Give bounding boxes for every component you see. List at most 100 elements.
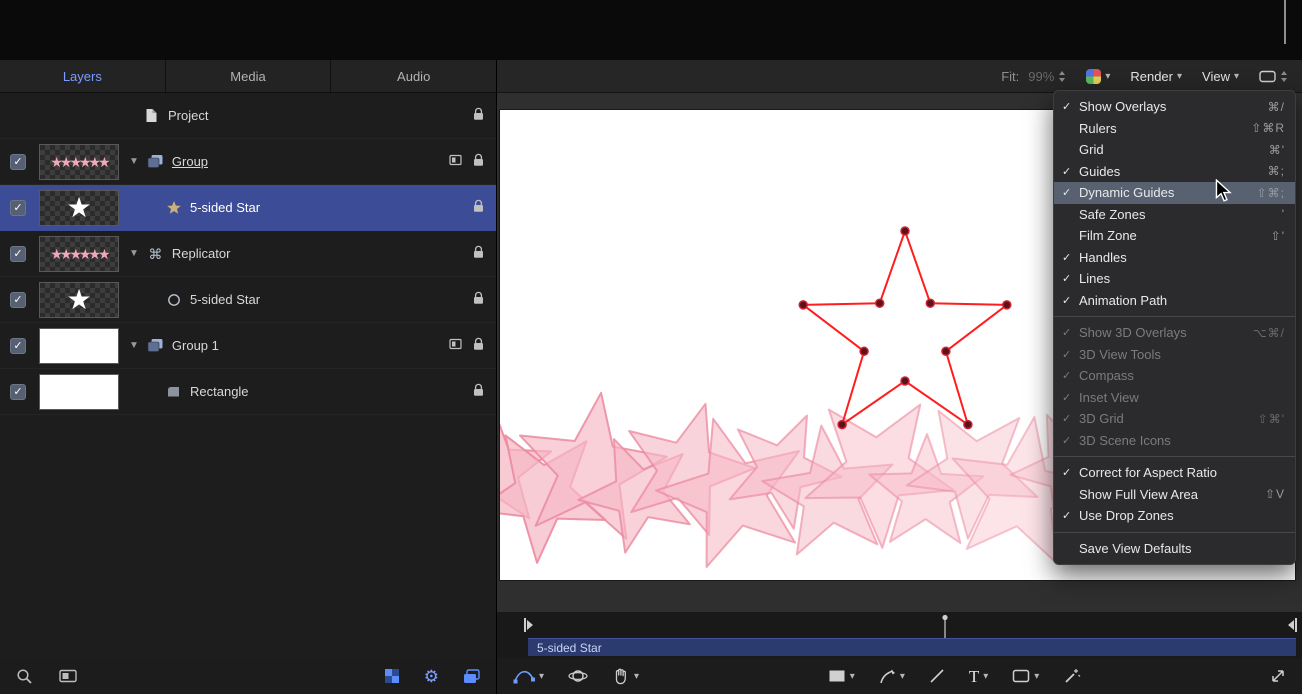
layers-panel: LayersMediaAudio Project✓★★★★★★▼Group✓★5… — [0, 60, 497, 658]
layer-row-group-1[interactable]: ✓▼Group 1 — [0, 323, 496, 369]
menu-item-film-zone[interactable]: Film Zone⇧' — [1054, 225, 1295, 247]
menu-item-3d-grid: ✓3D Grid⇧⌘' — [1054, 408, 1295, 430]
menu-item-shortcut: ⇧' — [1271, 229, 1285, 243]
checkmark-icon: ✓ — [1062, 412, 1079, 425]
visibility-checkbox[interactable]: ✓ — [10, 338, 26, 354]
stepper-icon[interactable] — [1058, 70, 1066, 83]
visibility-checkbox[interactable]: ✓ — [10, 292, 26, 308]
mini-display-icon[interactable] — [59, 669, 77, 683]
menu-item-rulers[interactable]: Rulers⇧⌘R — [1054, 118, 1295, 140]
menu-item-shortcut: ⌘; — [1268, 164, 1285, 178]
view-label: View — [1202, 69, 1230, 84]
fit-value: 99% — [1028, 69, 1054, 84]
menu-item-lines[interactable]: ✓Lines — [1054, 268, 1295, 290]
gear-icon[interactable]: ⚙ — [424, 668, 439, 685]
checkmark-icon: ✓ — [1062, 100, 1079, 113]
layer-row-5-sided-star[interactable]: ✓★5-sided Star — [0, 185, 496, 231]
layer-thumbnail: ★ — [39, 190, 119, 226]
search-icon[interactable] — [16, 668, 33, 685]
out-point-marker[interactable] — [1286, 617, 1298, 636]
menu-item-label: Lines — [1079, 271, 1285, 286]
row-right-icons — [473, 383, 484, 400]
checkerboard-icon[interactable] — [384, 668, 400, 684]
fit-control[interactable]: Fit: 99% — [1001, 69, 1066, 84]
pan-tool-button[interactable]: ▾ — [612, 667, 639, 685]
bezier-tool-button[interactable]: ▾ — [513, 667, 544, 685]
chevron-down-icon: ▾ — [1105, 71, 1110, 82]
tab-audio[interactable]: Audio — [331, 60, 496, 92]
orbit-tool-button[interactable] — [568, 667, 588, 685]
layer-row-replicator[interactable]: ✓★★★★★★▼⌘Replicator — [0, 231, 496, 277]
lock-icon[interactable] — [473, 199, 484, 216]
menu-item-correct-for-aspect-ratio[interactable]: ✓Correct for Aspect Ratio — [1054, 462, 1295, 484]
menu-item-inset-view: ✓Inset View — [1054, 387, 1295, 409]
in-point-marker[interactable] — [523, 617, 535, 636]
layer-name: 5-sided Star — [190, 292, 260, 307]
drop-zone-tool-button[interactable]: ▾ — [1012, 669, 1039, 683]
timeline-clip[interactable]: 5-sided Star — [528, 638, 1296, 656]
lock-icon[interactable] — [473, 383, 484, 400]
visibility-checkbox[interactable]: ✓ — [10, 154, 26, 170]
menu-separator — [1054, 532, 1295, 533]
menu-item-show-overlays[interactable]: ✓Show Overlays⌘/ — [1054, 96, 1295, 118]
menu-item-label: 3D Scene Icons — [1079, 433, 1285, 448]
layer-row-rectangle[interactable]: ✓Rectangle — [0, 369, 496, 415]
visibility-checkbox[interactable]: ✓ — [10, 384, 26, 400]
row-right-icons — [473, 199, 484, 216]
checkmark-icon: ✓ — [1062, 272, 1079, 285]
visibility-checkbox[interactable]: ✓ — [10, 200, 26, 216]
paint-stroke-tool-button[interactable]: ▾ — [879, 668, 905, 685]
chevron-down-icon: ▾ — [900, 671, 905, 682]
menu-item-label: 3D Grid — [1079, 411, 1246, 426]
visibility-checkbox[interactable]: ✓ — [10, 246, 26, 262]
layer-row-5-sided-star[interactable]: ✓★5-sided Star — [0, 277, 496, 323]
menu-item-grid[interactable]: Grid⌘' — [1054, 139, 1295, 161]
menu-item-animation-path[interactable]: ✓Animation Path — [1054, 290, 1295, 312]
layout-control[interactable] — [1259, 70, 1288, 83]
lock-icon[interactable] — [473, 245, 484, 262]
layer-thumbnail — [39, 328, 119, 364]
menu-item-save-view-defaults[interactable]: Save View Defaults — [1054, 538, 1295, 560]
menu-item-guides[interactable]: ✓Guides⌘; — [1054, 161, 1295, 183]
layer-name: Replicator — [172, 246, 231, 261]
view-menu-button[interactable]: View ▾ — [1202, 69, 1239, 84]
layer-row-project[interactable]: Project — [0, 93, 496, 139]
menu-item-safe-zones[interactable]: Safe Zones' — [1054, 204, 1295, 226]
canvas-toolbar-bottom: ▾ ▾ ▾ ▾ T ▾ ▾ — [497, 658, 1302, 694]
lock-icon[interactable] — [473, 153, 484, 170]
adjust-tool-button[interactable] — [1063, 667, 1081, 685]
media-icon[interactable] — [449, 154, 462, 169]
menu-item-handles[interactable]: ✓Handles — [1054, 247, 1295, 269]
tab-layers[interactable]: Layers — [0, 60, 166, 92]
lock-icon[interactable] — [473, 337, 484, 354]
layer-row-group[interactable]: ✓★★★★★★▼Group — [0, 139, 496, 185]
text-tool-button[interactable]: T ▾ — [969, 668, 988, 685]
menu-item-label: Grid — [1079, 142, 1257, 157]
render-label: Render — [1130, 69, 1173, 84]
menu-item-show-full-view-area[interactable]: Show Full View Area⇧V — [1054, 484, 1295, 506]
disclosure-triangle-icon[interactable]: ▼ — [129, 340, 139, 351]
menu-item-use-drop-zones[interactable]: ✓Use Drop Zones — [1054, 505, 1295, 527]
mini-timeline[interactable]: 5-sided Star — [497, 612, 1302, 658]
row-right-icons — [473, 107, 484, 124]
lock-icon[interactable] — [473, 107, 484, 124]
checkmark-icon: ✓ — [1062, 466, 1079, 479]
disclosure-triangle-icon[interactable]: ▼ — [129, 248, 139, 259]
render-menu-button[interactable]: Render ▾ — [1130, 69, 1182, 84]
resize-handle[interactable] — [1270, 668, 1286, 684]
line-tool-button[interactable] — [929, 668, 945, 684]
media-icon[interactable] — [449, 338, 462, 353]
menu-item-label: Use Drop Zones — [1079, 508, 1285, 523]
disclosure-triangle-icon[interactable]: ▼ — [129, 156, 139, 167]
menu-item-label: Safe Zones — [1079, 207, 1270, 222]
tab-media[interactable]: Media — [166, 60, 332, 92]
menu-item-label: 3D View Tools — [1079, 347, 1285, 362]
lock-icon[interactable] — [473, 291, 484, 308]
menu-item-label: Show Overlays — [1079, 99, 1256, 114]
rectangle-tool-button[interactable]: ▾ — [828, 669, 855, 683]
menu-item-dynamic-guides[interactable]: ✓Dynamic Guides⇧⌘; — [1054, 182, 1295, 204]
menu-separator — [1054, 456, 1295, 457]
layers-stack-icon[interactable] — [463, 669, 480, 684]
panel-tabs: LayersMediaAudio — [0, 60, 496, 93]
channels-control[interactable]: ▾ — [1086, 69, 1110, 84]
